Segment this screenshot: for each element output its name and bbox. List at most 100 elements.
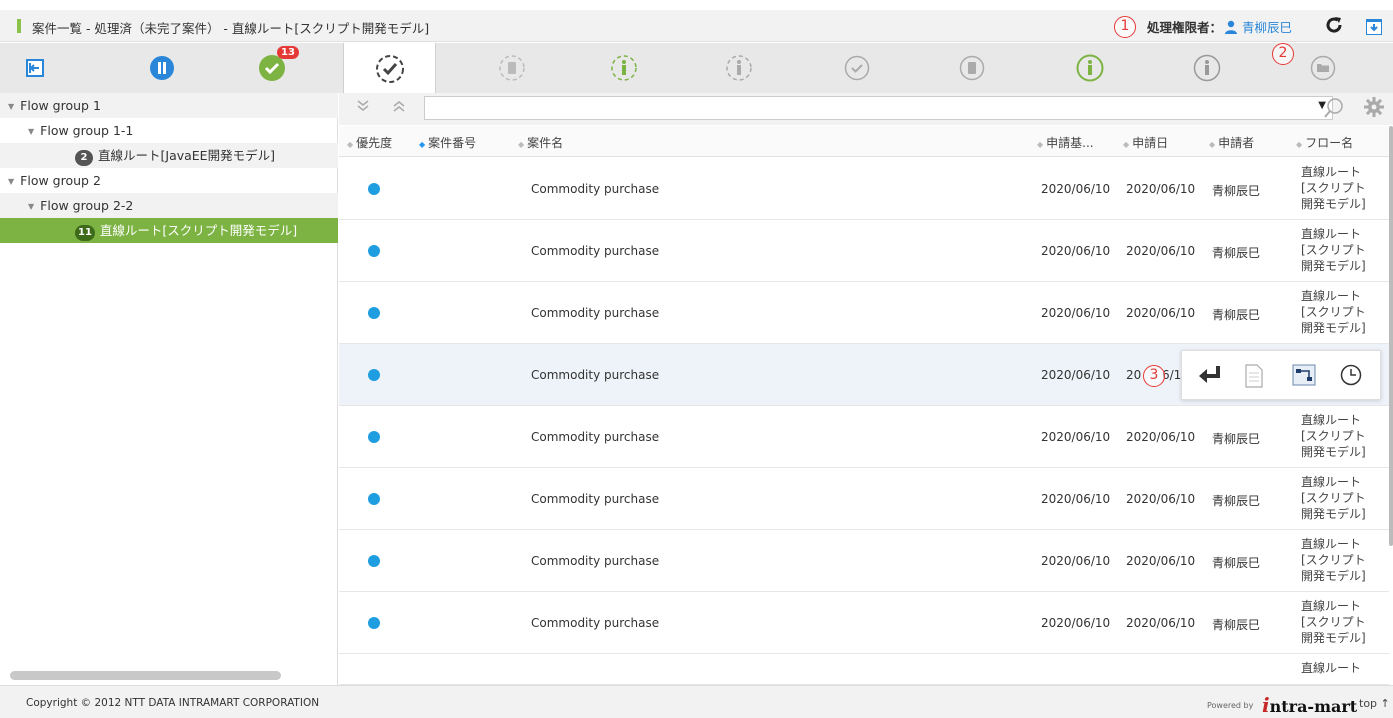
case-name[interactable]: Commodity purchase — [531, 430, 659, 444]
column-label: 案件名 — [527, 136, 564, 150]
tree-item-label: Flow group 2 — [20, 173, 101, 188]
tree-item-label: Flow group 1 — [20, 98, 101, 113]
handler-user-link[interactable]: 青柳辰巳 — [1224, 17, 1292, 36]
expand-triangle-icon[interactable]: ▼ — [28, 119, 34, 144]
flow-name: 直線ルート [スクリプト 開発モデル] — [1301, 537, 1366, 583]
tree-item-javaee-route[interactable]: 2 直線ルート[JavaEE開発モデル] — [0, 143, 338, 168]
table-row[interactable]: Commodity purchase 2020/06/10 2020/06/10… — [339, 592, 1389, 654]
tree-item-flow-group-1[interactable]: ▼ Flow group 1 — [0, 93, 338, 118]
tab-suspended[interactable] — [115, 43, 208, 93]
info-dashed-gray-icon — [725, 55, 752, 81]
column-label: 申請日 — [1132, 136, 1169, 150]
toolbar: 13 2 — [0, 43, 1393, 94]
gear-icon[interactable] — [1364, 97, 1384, 120]
tab-processed[interactable] — [343, 43, 436, 94]
sort-icon: ◆ — [1296, 140, 1303, 149]
apply-date: 2020/06/10 — [1126, 244, 1196, 258]
tab-info-gray[interactable] — [1160, 43, 1253, 93]
tree-item-flow-group-2[interactable]: ▼ Flow group 2 — [0, 168, 338, 193]
base-date: 2020/06/10 — [1041, 368, 1111, 382]
column-header-apply-date[interactable]: ◆ 申請日 — [1123, 134, 1168, 151]
case-name[interactable]: Commodity purchase — [531, 368, 659, 382]
case-name[interactable]: Commodity purchase — [531, 244, 659, 258]
tab-check-gray[interactable] — [810, 43, 903, 93]
applicant: 青柳辰巳 — [1212, 494, 1261, 508]
vertical-scrollbar[interactable] — [1389, 126, 1393, 546]
expand-all-icon[interactable] — [356, 99, 370, 117]
handler-label: 処理権限者： — [1147, 20, 1223, 35]
case-name[interactable]: Commodity purchase — [531, 182, 659, 196]
tab-completed[interactable]: 13 — [225, 43, 318, 93]
sort-icon: ◆ — [518, 140, 525, 149]
count-badge: 2 — [75, 150, 93, 166]
case-name[interactable]: Commodity purchase — [531, 554, 659, 568]
tree-item-script-route[interactable]: 11 直線ルート[スクリプト開発モデル] — [0, 218, 338, 243]
tab-folder[interactable] — [1276, 43, 1369, 93]
apply-date: 2020/06/10 — [1126, 492, 1196, 506]
table-row[interactable]: Commodity purchase 2020/06/10 2020/06/10… — [339, 530, 1389, 592]
case-name[interactable]: Commodity purchase — [531, 492, 659, 506]
search-icon[interactable] — [1323, 97, 1345, 122]
sort-icon: ◆ — [419, 140, 426, 149]
back-to-top-link[interactable]: top ↑ — [1359, 697, 1390, 710]
column-label: 申請者 — [1218, 136, 1255, 150]
title-bar: 案件一覧 - 処理済（未完了案件） - 直線ルート[スクリプト開発モデル] 1 … — [0, 10, 1393, 42]
tab-document[interactable] — [925, 43, 1018, 93]
tree-item-label: 直線ルート[JavaEE開発モデル] — [98, 148, 275, 163]
reload-icon[interactable] — [1325, 16, 1343, 39]
annotation-marker-3: 3 — [1143, 365, 1165, 387]
tab-info-dashed-green[interactable] — [577, 43, 670, 93]
column-header-base-date[interactable]: ◆ 申請基... — [1037, 134, 1094, 151]
base-date: 2020/06/10 — [1041, 430, 1111, 444]
table-header: ◆ 優先度 ◆ 案件番号 ◆ 案件名 ◆ 申請基... ◆ 申請日 ◆ 申請者 ◆ フロー名 — [339, 126, 1393, 157]
folder-icon — [1310, 55, 1335, 81]
collapse-sidebar-button[interactable] — [0, 43, 70, 93]
column-header-case-number[interactable]: ◆ 案件番号 — [419, 134, 476, 151]
handler-user-name: 青柳辰巳 — [1242, 20, 1293, 35]
tree-item-flow-group-1-1[interactable]: ▼ Flow group 1-1 — [0, 118, 338, 143]
tab-info-dashed-gray[interactable] — [692, 43, 785, 93]
filter-select[interactable]: ▼ — [424, 96, 1333, 120]
base-date: 2020/06/10 — [1041, 554, 1111, 568]
document-icon — [959, 55, 984, 81]
column-label: 申請基... — [1046, 136, 1094, 150]
info-green-icon — [1076, 54, 1103, 82]
flow-chart-icon[interactable] — [1292, 364, 1316, 389]
clock-history-icon[interactable] — [1340, 364, 1362, 389]
table-row[interactable]: Commodity purchase 2020/06/10 2020/06/10… — [339, 158, 1389, 220]
document-detail-icon[interactable] — [1245, 364, 1263, 391]
sidebar-horizontal-scrollbar[interactable] — [10, 671, 281, 680]
apply-date: 2020/06/10 — [1126, 616, 1196, 630]
tab-info-green[interactable] — [1043, 43, 1136, 93]
table-row[interactable]: Commodity purchase 2020/06/10 2020/06/10… — [339, 282, 1389, 344]
return-icon[interactable] — [1196, 364, 1222, 389]
flow-name: 直線ルート [スクリプト 開発モデル] — [1301, 289, 1366, 335]
table-row[interactable]: Commodity purchase 2020/06/10 2020/06/10… — [339, 406, 1389, 468]
expand-triangle-icon[interactable]: ▼ — [8, 94, 14, 119]
table-row[interactable]: Commodity purchase 2020/06/10 2020/06/10… — [339, 220, 1389, 282]
completed-count-badge: 13 — [277, 46, 299, 59]
title-marker — [17, 19, 21, 33]
column-header-applicant[interactable]: ◆ 申請者 — [1209, 134, 1254, 151]
case-name[interactable]: Commodity purchase — [531, 306, 659, 320]
base-date: 2020/06/10 — [1041, 616, 1111, 630]
expand-triangle-icon[interactable]: ▼ — [28, 194, 34, 219]
apply-date: 2020/06/10 — [1126, 182, 1196, 196]
column-header-priority[interactable]: ◆ 優先度 — [347, 134, 392, 151]
tree-item-flow-group-2-2[interactable]: ▼ Flow group 2-2 — [0, 193, 338, 218]
collapse-all-icon[interactable] — [392, 99, 406, 117]
priority-dot — [368, 183, 380, 195]
flow-name: 直線ルート [スクリプト 開発モデル] — [1301, 599, 1366, 645]
expand-triangle-icon[interactable]: ▼ — [8, 169, 14, 194]
download-icon[interactable] — [1366, 19, 1382, 35]
priority-dot — [368, 245, 380, 257]
case-name[interactable]: Commodity purchase — [531, 616, 659, 630]
apply-date: 20 — [1126, 368, 1142, 382]
table-row-partial[interactable]: 直線ルート — [339, 654, 1389, 685]
column-header-flow-name[interactable]: ◆ フロー名 — [1296, 134, 1353, 151]
table-row[interactable]: Commodity purchase 2020/06/10 2020/06/10… — [339, 468, 1389, 530]
column-header-case-name[interactable]: ◆ 案件名 — [518, 134, 563, 151]
priority-dot — [368, 555, 380, 567]
tab-doc-dashed[interactable] — [465, 43, 558, 93]
column-label: 優先度 — [356, 136, 393, 150]
